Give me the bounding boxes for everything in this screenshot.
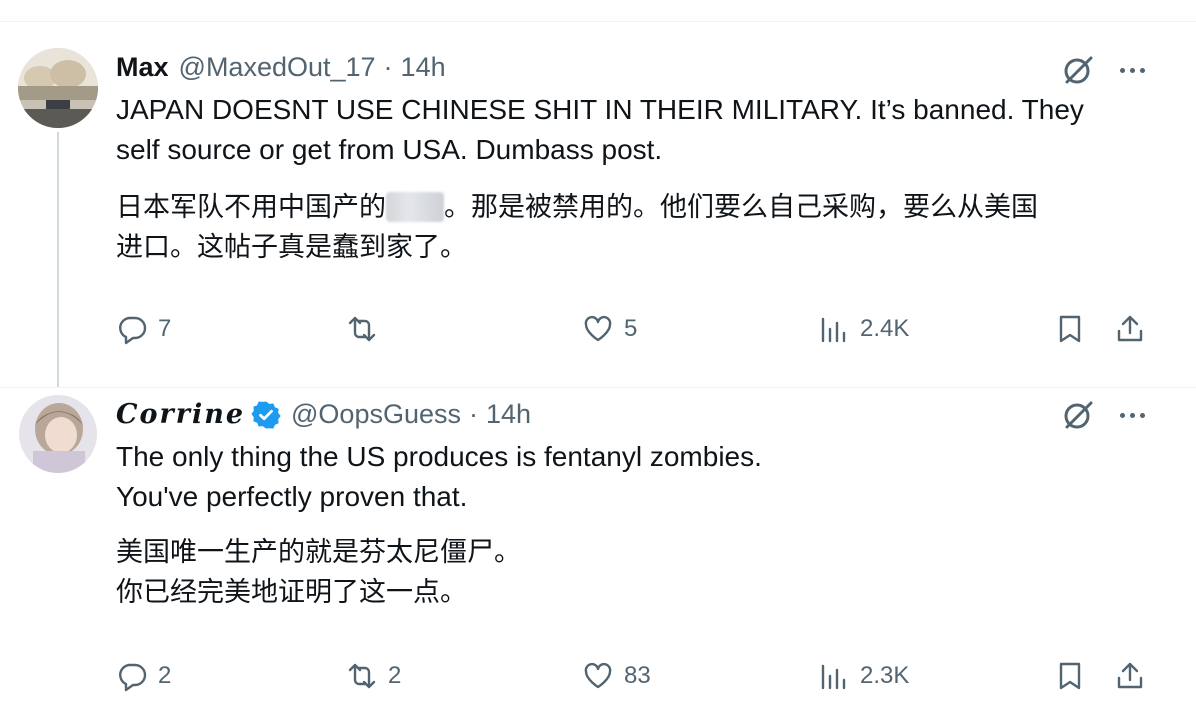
- tweet-text-segment: 。那是被禁用的。他们要么自己采购，要么从美国: [444, 192, 1038, 223]
- grok-icon[interactable]: [1058, 395, 1098, 435]
- views-button[interactable]: 2.4K: [818, 307, 909, 351]
- action-bar: 7 5 2.4K: [0, 307, 1196, 351]
- verified-badge-icon: [251, 400, 281, 430]
- repost-icon: [348, 316, 376, 342]
- tweet-text-line: You've perfectly proven that.: [116, 481, 468, 512]
- tweet-text-line: The only thing the US produces is fentan…: [116, 441, 762, 472]
- tweet-text-chinese: 美国唯一生产的就是芬太尼僵尸。 你已经完美地证明了这一点。: [116, 533, 1156, 613]
- like-button[interactable]: 83: [582, 654, 651, 698]
- grok-icon[interactable]: [1058, 50, 1098, 90]
- avatar[interactable]: [19, 395, 97, 473]
- tweet-text-line: 进口。这帖子真是蠢到家了。: [116, 232, 467, 263]
- views-icon: [821, 664, 846, 690]
- like-count: 83: [624, 662, 651, 689]
- views-count: 2.3K: [860, 662, 910, 689]
- share-button[interactable]: [1114, 654, 1146, 698]
- timestamp[interactable]: 14h: [401, 52, 446, 83]
- author-name[interactable]: Max: [116, 52, 169, 83]
- bookmark-button[interactable]: [1054, 654, 1086, 698]
- views-button[interactable]: 2.3K: [818, 654, 909, 698]
- reply-icon: [119, 663, 147, 692]
- reply-count: 2: [158, 662, 172, 689]
- reply-icon: [119, 316, 147, 345]
- author-name[interactable]: Corrine: [116, 399, 245, 430]
- views-icon: [821, 317, 846, 343]
- action-bar: 2 2 83 2.3K: [0, 654, 1196, 698]
- tweet-text-chinese: 日本军队不用中国产的 。那是被禁用的。他们要么自己采购，要么从美国 进口。这帖子真…: [116, 188, 1156, 268]
- tweet-reply-corrine[interactable]: Corrine @OopsGuess · 14h The only thing …: [0, 387, 1196, 728]
- views-count: 2.4K: [860, 315, 910, 342]
- time-separator: ·: [469, 399, 478, 429]
- repost-button[interactable]: 2: [346, 654, 401, 698]
- tweet-header: Corrine @OopsGuess · 14h: [116, 399, 531, 430]
- more-icon[interactable]: [1112, 50, 1152, 90]
- tweet-text-english: JAPAN DOESNT USE CHINESE SHIT IN THEIR M…: [116, 90, 1156, 170]
- repost-count: 2: [388, 662, 402, 689]
- top-border: [0, 0, 1196, 22]
- blurred-redaction: [386, 192, 444, 222]
- tweet-reply-max[interactable]: Max @MaxedOut_17 · 14h JAPAN DOESNT USE …: [0, 22, 1196, 387]
- tweet-text-line: 美国唯一生产的就是芬太尼僵尸。: [116, 537, 521, 568]
- tweet-text-english: The only thing the US produces is fentan…: [116, 437, 1156, 517]
- tweet-text-line: 你已经完美地证明了这一点。: [116, 577, 467, 608]
- bookmark-icon: [1059, 662, 1081, 690]
- repost-button[interactable]: [346, 307, 388, 351]
- tweet-text-line: JAPAN DOESNT USE CHINESE SHIT IN THEIR M…: [116, 94, 1084, 125]
- share-button[interactable]: [1114, 307, 1146, 351]
- tweet-text-segment: 日本军队不用中国产的: [116, 192, 386, 223]
- tweet-header: Max @MaxedOut_17 · 14h: [116, 52, 446, 83]
- tweet-text-line: self source or get from USA. Dumbass pos…: [116, 134, 663, 165]
- bookmark-button[interactable]: [1054, 307, 1086, 351]
- author-handle[interactable]: @OopsGuess: [291, 399, 461, 430]
- time-separator: ·: [383, 52, 393, 82]
- reply-count: 7: [158, 315, 172, 342]
- like-icon: [584, 315, 612, 342]
- avatar[interactable]: [18, 48, 98, 128]
- bookmark-icon: [1059, 315, 1081, 343]
- share-icon: [1117, 315, 1143, 342]
- share-icon: [1117, 662, 1143, 689]
- more-icon[interactable]: [1112, 395, 1152, 435]
- repost-icon: [348, 663, 376, 689]
- timestamp[interactable]: 14h: [486, 399, 531, 430]
- author-handle[interactable]: @MaxedOut_17: [179, 52, 376, 83]
- like-icon: [584, 662, 612, 689]
- like-count: 5: [624, 315, 638, 342]
- reply-button[interactable]: 7: [116, 307, 171, 351]
- reply-button[interactable]: 2: [116, 654, 171, 698]
- like-button[interactable]: 5: [582, 307, 637, 351]
